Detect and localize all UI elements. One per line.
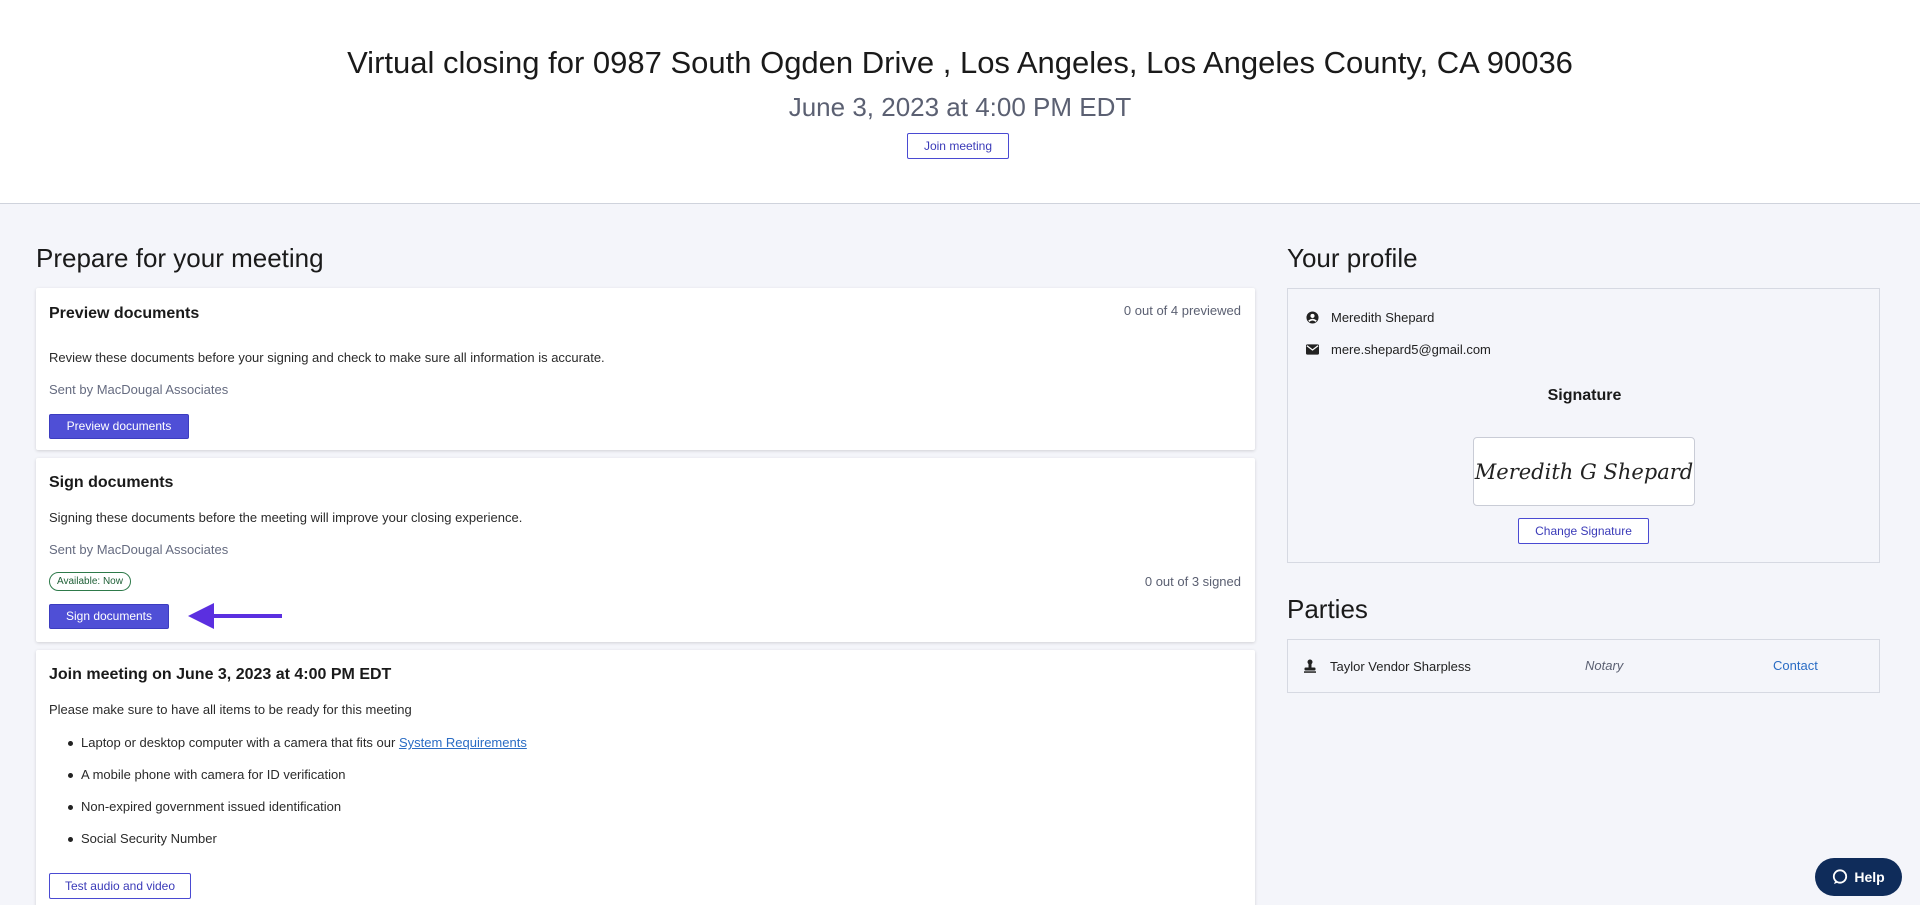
envelope-icon: [1305, 343, 1319, 357]
preview-sender: Sent by MacDougal Associates: [49, 382, 229, 397]
sign-counter: 0 out of 3 signed: [1144, 574, 1241, 589]
preview-documents-card: Preview documents 0 out of 4 previewed R…: [36, 288, 1255, 450]
list-item-text: Laptop or desktop computer with a camera…: [81, 735, 399, 750]
sign-documents-button[interactable]: Sign documents: [49, 604, 169, 629]
meeting-datetime: June 3, 2023 at 4:00 PM EDT: [788, 92, 1132, 122]
preview-card-title: Preview documents: [49, 305, 200, 322]
join-meeting-card: Join meeting on June 3, 2023 at 4:00 PM …: [36, 650, 1255, 905]
preview-description: Review these documents before your signi…: [49, 350, 605, 365]
profile-email-row: mere.shepard5@gmail.com: [1305, 342, 1491, 357]
profile-name-row: Meredith Shepard: [1305, 310, 1434, 325]
profile-email: mere.shepard5@gmail.com: [1331, 342, 1491, 357]
sign-sender: Sent by MacDougal Associates: [49, 542, 229, 557]
parties-heading: Parties: [1287, 594, 1368, 624]
sign-documents-card: Sign documents Signing these documents b…: [36, 458, 1255, 642]
arrow-left-icon: [188, 603, 282, 629]
list-item-text: A mobile phone with camera for ID verifi…: [81, 767, 346, 782]
page-title: Virtual closing for 0987 South Ogden Dri…: [347, 45, 1573, 80]
sign-description: Signing these documents before the meeti…: [49, 510, 523, 525]
page-header: Virtual closing for 0987 South Ogden Dri…: [0, 0, 1920, 204]
list-item-text: Non-expired government issued identifica…: [81, 799, 342, 814]
change-signature-button[interactable]: Change Signature: [1518, 518, 1649, 544]
list-item: Social Security Number: [49, 830, 527, 862]
join-description: Please make sure to have all items to be…: [49, 702, 412, 717]
prepare-heading: Prepare for your meeting: [36, 243, 324, 273]
list-item-text: Social Security Number: [81, 831, 217, 846]
list-item: Laptop or desktop computer with a camera…: [49, 734, 527, 766]
list-item: Non-expired government issued identifica…: [49, 798, 527, 830]
join-meeting-button[interactable]: Join meeting: [907, 133, 1009, 159]
signature-preview: Meredith G Shepard: [1473, 437, 1695, 506]
party-role: Notary: [1585, 658, 1624, 673]
signature-label: Signature: [1547, 387, 1622, 404]
user-circle-icon: [1305, 311, 1319, 325]
list-item: A mobile phone with camera for ID verifi…: [49, 766, 527, 798]
party-name: Taylor Vendor Sharpless: [1330, 659, 1471, 674]
sign-card-title: Sign documents: [49, 474, 174, 491]
availability-badge: Available: Now: [49, 572, 131, 591]
signature-text: Meredith G Shepard: [1474, 459, 1694, 484]
help-label: Help: [1854, 869, 1885, 885]
profile-heading: Your profile: [1287, 243, 1418, 273]
preview-counter: 0 out of 4 previewed: [1123, 303, 1241, 318]
preview-documents-button[interactable]: Preview documents: [49, 414, 189, 439]
requirements-list: Laptop or desktop computer with a camera…: [49, 734, 527, 862]
parties-card: Taylor Vendor Sharpless Notary Contact: [1287, 639, 1880, 693]
notary-stamp-icon: [1303, 659, 1317, 678]
contact-link[interactable]: Contact: [1773, 658, 1818, 673]
help-button[interactable]: Help: [1815, 858, 1902, 896]
test-audio-video-button[interactable]: Test audio and video: [49, 873, 191, 899]
profile-name: Meredith Shepard: [1331, 310, 1435, 325]
system-requirements-link[interactable]: System Requirements: [399, 735, 527, 750]
join-card-title: Join meeting on June 3, 2023 at 4:00 PM …: [49, 666, 392, 683]
chat-bubble-icon: [1832, 869, 1848, 885]
profile-card: Meredith Shepard mere.shepard5@gmail.com…: [1287, 288, 1880, 563]
